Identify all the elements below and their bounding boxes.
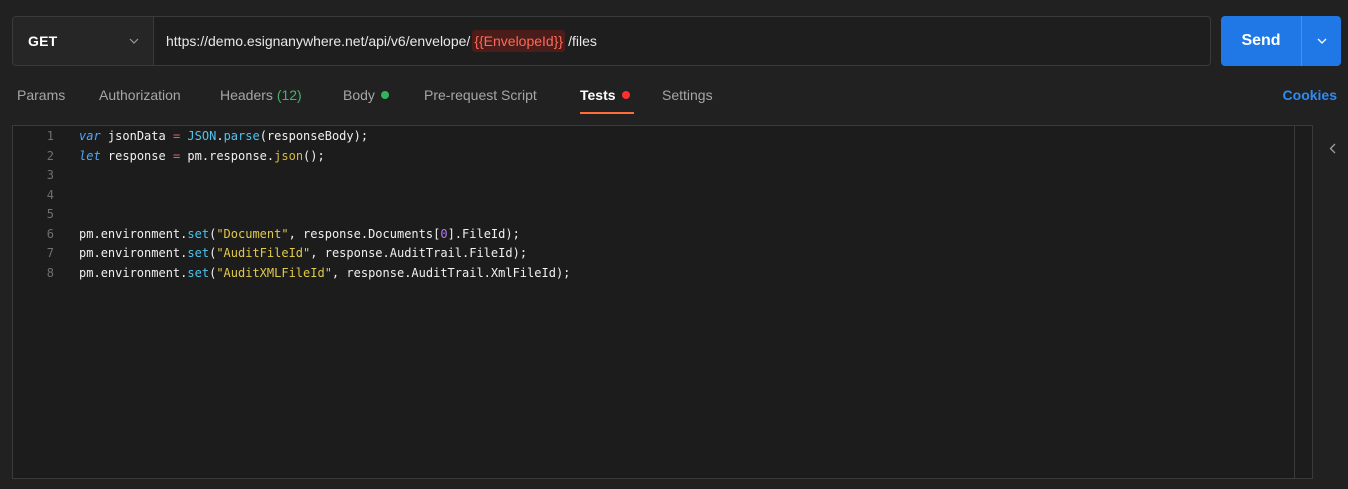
- chevron-left-icon: [1329, 141, 1336, 159]
- code-line: let response = pm.response.json();: [79, 148, 325, 163]
- body-status-dot: [380, 91, 389, 99]
- tests-code-editor[interactable]: 1 2 3 4 5 6 7 8 var jsonData = JSON.pars…: [12, 125, 1313, 479]
- code-area[interactable]: var jsonData = JSON.parse(responseBody);…: [79, 126, 1288, 478]
- line-number: 3: [46, 168, 54, 182]
- line-number: 5: [46, 207, 54, 221]
- tab-body[interactable]: Body: [343, 87, 389, 103]
- line-number: 7: [46, 246, 54, 260]
- tab-tests[interactable]: Tests: [580, 87, 630, 103]
- request-tabs: Params Authorization Headers (12) Body P…: [0, 74, 1348, 118]
- send-button-group: Send: [1221, 16, 1341, 66]
- code-line: pm.environment.set("Document", response.…: [79, 226, 520, 241]
- tab-headers[interactable]: Headers (12): [220, 87, 302, 103]
- tab-label: Tests: [580, 87, 616, 103]
- url-variable[interactable]: {{EnvelopeId}}: [472, 30, 566, 52]
- line-number: 1: [46, 129, 54, 143]
- tab-label: Settings: [662, 87, 713, 103]
- tab-label: Headers: [220, 87, 273, 103]
- side-panel-toggle[interactable]: [1322, 142, 1342, 158]
- tab-label: Authorization: [99, 87, 181, 103]
- line-number: 4: [46, 187, 54, 202]
- tab-params[interactable]: Params: [17, 87, 65, 103]
- line-number: 8: [46, 265, 54, 280]
- chevron-down-icon: [1317, 36, 1327, 46]
- tests-status-dot: [621, 91, 630, 99]
- url-suffix: /files: [568, 33, 597, 49]
- editor-scrollbar[interactable]: [1294, 126, 1312, 478]
- request-bar: GET https://demo.esignanywhere.net/api/v…: [12, 16, 1211, 66]
- tab-pre-request-script[interactable]: Pre-request Script: [424, 87, 537, 103]
- headers-count: (12): [276, 87, 302, 103]
- cookies-link[interactable]: Cookies: [1283, 87, 1337, 103]
- line-number-gutter: 1 2 3 4 5 6 7 8: [13, 126, 61, 478]
- url-prefix: https://demo.esignanywhere.net/api/v6/en…: [166, 33, 471, 49]
- tab-settings[interactable]: Settings: [662, 87, 713, 103]
- tab-authorization[interactable]: Authorization: [99, 87, 181, 103]
- code-line: pm.environment.set("AuditFileId", respon…: [79, 246, 528, 260]
- code-line: var jsonData = JSON.parse(responseBody);: [79, 129, 369, 143]
- line-number: 2: [46, 148, 54, 163]
- tab-label: Pre-request Script: [424, 87, 537, 103]
- method-select[interactable]: GET: [13, 17, 154, 65]
- send-button[interactable]: Send: [1221, 16, 1301, 66]
- chevron-down-icon: [129, 36, 139, 46]
- line-number: 6: [46, 226, 54, 241]
- tab-label: Params: [17, 87, 66, 103]
- code-line: pm.environment.set("AuditXMLFileId", res…: [79, 265, 571, 280]
- active-tab-indicator: [580, 112, 634, 114]
- method-label: GET: [28, 33, 58, 49]
- url-input[interactable]: https://demo.esignanywhere.net/api/v6/en…: [154, 17, 1210, 65]
- send-options-button[interactable]: [1301, 16, 1341, 66]
- tab-label: Body: [343, 87, 375, 103]
